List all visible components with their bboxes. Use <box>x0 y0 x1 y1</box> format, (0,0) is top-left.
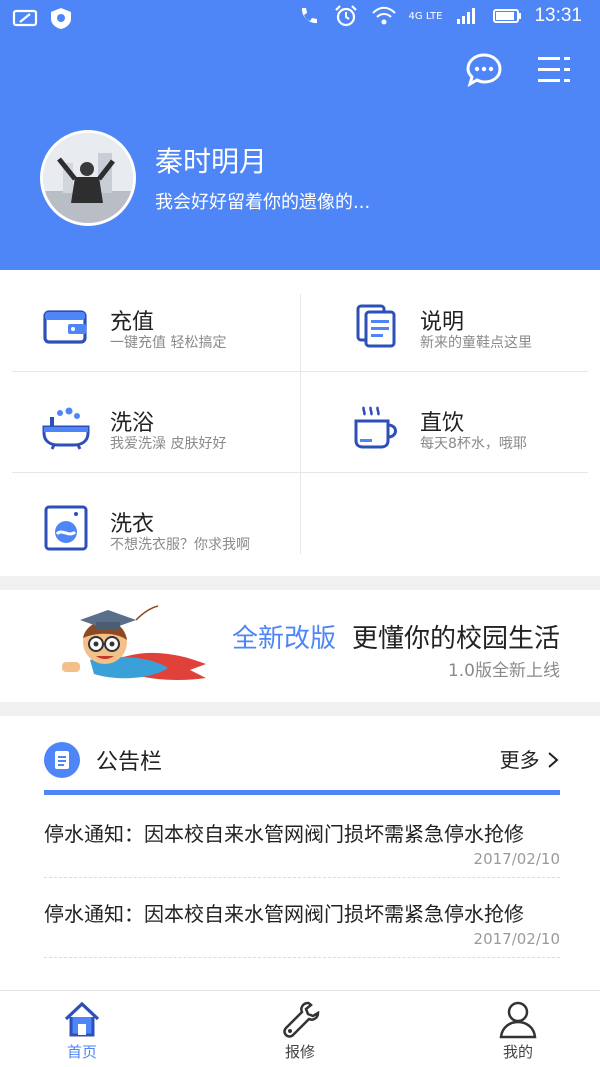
tab-label: 报修 <box>284 1043 315 1061</box>
tab-repair[interactable]: 报修 <box>240 991 360 1067</box>
menu-item-laundry[interactable]: 洗衣 不想洗衣服？你求我啊 <box>0 472 300 572</box>
chat-bubble-icon <box>466 53 502 88</box>
wrench-icon <box>283 1001 320 1038</box>
notice-item[interactable]: 停水通知：因本校自来水管网阀门损坏需紧急停水抢修 2017/02/10 <box>44 798 560 878</box>
menu-item-drinking-water[interactable]: 直饮 每天8杯水，哦耶 <box>310 371 600 471</box>
message-button[interactable] <box>464 50 504 90</box>
tab-label: 首页 <box>66 1043 97 1061</box>
shield-settings-icon <box>51 8 71 29</box>
alarm-icon <box>334 5 357 27</box>
more-label: 更多 <box>499 748 540 772</box>
notice-date: 2017/02/10 <box>473 850 560 868</box>
washing-machine-icon <box>44 505 88 551</box>
menu-item-subtitle: 每天8杯水，哦耶 <box>420 436 527 452</box>
user-signature: 我会好好留着你的遗像的... <box>155 192 371 213</box>
signal-icon <box>457 8 476 24</box>
wifi-icon <box>371 6 396 25</box>
grid-divider <box>300 294 301 554</box>
battery-icon <box>493 9 522 23</box>
notice-item[interactable]: 停水通知：因本校自来水管网阀门损坏需紧急停水抢修 2017/02/10 <box>44 878 560 958</box>
promo-banner[interactable]: 全新改版 更懂你的校园生活 1.0版全新上线 <box>0 590 600 702</box>
notice-accent-bar <box>44 790 560 795</box>
menu-item-subtitle: 新来的童鞋点这里 <box>420 335 532 351</box>
menu-item-subtitle: 一键充值 轻松搞定 <box>110 335 227 351</box>
notice-header: 公告栏 更多 <box>44 738 560 778</box>
menu-item-bathing[interactable]: 洗浴 我爱洗澡 皮肤好好 <box>0 371 300 471</box>
tab-home[interactable]: 首页 <box>22 991 142 1067</box>
notice-text: 停水通知：因本校自来水管网阀门损坏需紧急停水抢修 <box>44 822 524 846</box>
flying-graduate-mascot <box>62 605 206 680</box>
menu-item-subtitle: 不想洗衣服？你求我啊 <box>110 537 250 553</box>
document-icon <box>356 304 396 348</box>
chevron-right-icon <box>548 752 559 768</box>
cup-icon <box>354 406 397 449</box>
menu-item-recharge[interactable]: 充值 一键充值 轻松搞定 <box>0 270 300 370</box>
clock: 13:31 <box>534 5 582 26</box>
phone-icon <box>301 8 317 24</box>
notice-date: 2017/02/10 <box>473 930 560 948</box>
banner-headline-row: 全新改版 更懂你的校园生活 <box>232 618 560 655</box>
home-icon <box>64 1001 100 1037</box>
menu-item-instructions[interactable]: 说明 新来的童鞋点这里 <box>310 270 600 370</box>
tab-profile[interactable]: 我的 <box>458 991 578 1067</box>
feature-grid: 充值 一键充值 轻松搞定 说明 新来的童鞋点这里 洗浴 我爱洗澡 皮肤好好 直饮… <box>0 270 600 576</box>
notice-text: 停水通知：因本校自来水管网阀门损坏需紧急停水抢修 <box>44 902 524 926</box>
user-icon <box>499 1001 537 1039</box>
menu-item-subtitle: 我爱洗澡 皮肤好好 <box>110 436 227 452</box>
notice-board: 公告栏 更多 停水通知：因本校自来水管网阀门损坏需紧急停水抢修 2017/02/… <box>0 716 600 990</box>
banner-subtitle: 1.0版全新上线 <box>447 661 560 681</box>
username: 秦时明月 <box>155 145 268 178</box>
banner-headline: 更懂你的校园生活 <box>351 624 560 654</box>
notice-icon <box>44 742 80 778</box>
notice-title: 公告栏 <box>96 750 163 775</box>
banner-highlight: 全新改版 <box>231 624 336 654</box>
more-link[interactable]: 更多 <box>500 744 560 773</box>
avatar[interactable] <box>40 130 136 226</box>
bathtub-icon <box>42 407 90 450</box>
battery-saver-icon <box>12 9 38 27</box>
tab-label: 我的 <box>502 1043 533 1061</box>
status-bar: 4G LTE 13:31 <box>0 0 600 36</box>
avatar-photo <box>43 133 133 223</box>
bottom-tab-bar: 首页 报修 我的 <box>0 990 600 1067</box>
profile-header: 4G LTE 13:31 秦时明月 我会好好留着你的遗像的... <box>0 0 600 270</box>
menu-button[interactable] <box>534 50 574 90</box>
network-type-label: 4G LTE <box>408 10 443 22</box>
wallet-icon <box>43 310 87 344</box>
list-menu-icon <box>538 57 570 82</box>
